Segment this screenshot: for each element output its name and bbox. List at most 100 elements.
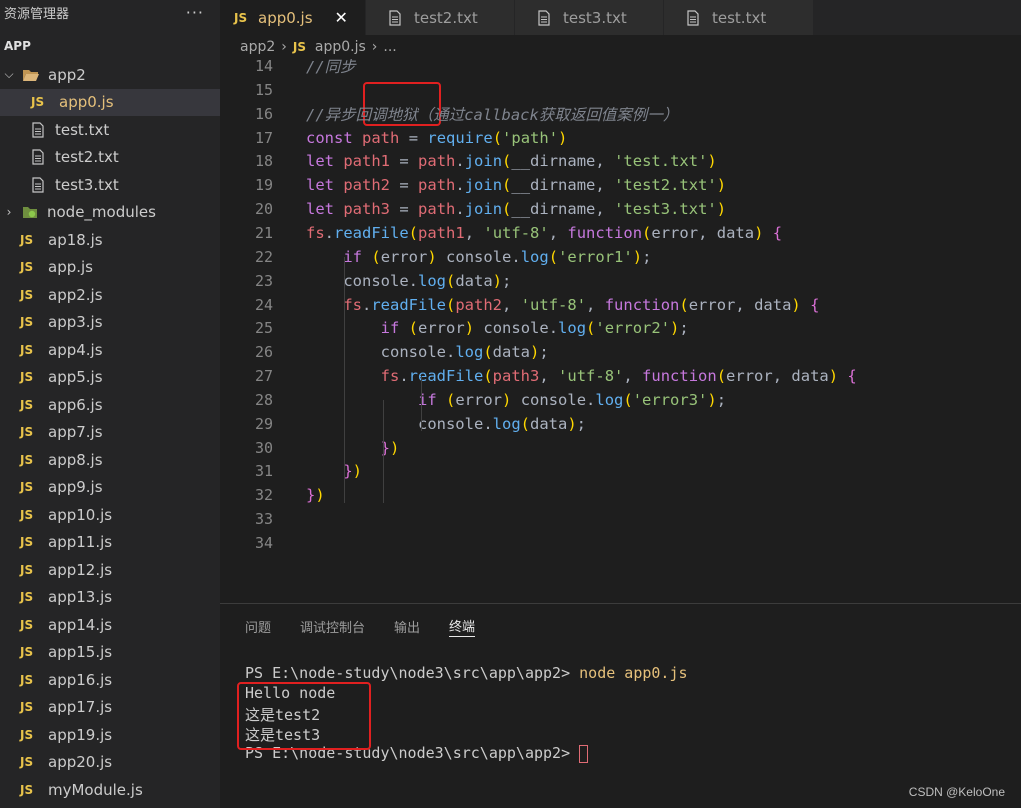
- tree-item[interactable]: JS app17.js: [0, 694, 220, 722]
- code-line: 33: [220, 507, 1021, 531]
- more-actions-button[interactable]: ···: [186, 3, 204, 22]
- code-line: 19 let path2 = path.join(__dirname, 'test…: [220, 173, 1021, 197]
- text-file-icon: [31, 177, 45, 193]
- tab-test3-txt[interactable]: test3.txt: [515, 0, 664, 35]
- code-text: if (error) console.log('error3');: [417, 390, 727, 409]
- tree-item[interactable]: JS app5.js: [0, 364, 220, 392]
- code-text: if (error) console.log('error2');: [380, 319, 689, 338]
- close-icon[interactable]: ✕: [335, 8, 348, 27]
- tab-label: test.txt: [712, 8, 767, 27]
- code-line: 22 if (error) console.log('error1');: [220, 245, 1021, 269]
- line-number: 19: [254, 176, 273, 195]
- chevron-right-icon[interactable]: ›: [2, 205, 16, 219]
- tree-item[interactable]: JS app0.js: [0, 88, 220, 116]
- workspace-section-header[interactable]: APP: [0, 33, 220, 59]
- line-number: 25: [254, 319, 273, 338]
- editor-tab-bar: JS app0.js ✕ test2.txt test3.txt test.txt: [220, 0, 1021, 35]
- text-file-icon: [537, 9, 551, 26]
- js-file-icon: JS: [20, 782, 34, 797]
- code-text: let path2 = path.join(__dirname, 'test2.…: [306, 176, 727, 195]
- tree-item[interactable]: JS app14.js: [0, 611, 220, 639]
- annotation-highlight-box: [237, 682, 371, 750]
- code-text: console.log(data);: [380, 343, 549, 362]
- code-line: 21 fs.readFile(path1, 'utf-8', function(e…: [220, 221, 1021, 245]
- tab-app0-js[interactable]: JS app0.js ✕: [220, 0, 366, 35]
- panel-tab[interactable]: 输出: [394, 615, 420, 637]
- tree-item[interactable]: ⌵ app2: [0, 61, 220, 89]
- tree-item[interactable]: JS ap18.js: [0, 226, 220, 254]
- tree-item[interactable]: JS app13.js: [0, 584, 220, 612]
- tree-item[interactable]: JS app10.js: [0, 501, 220, 529]
- bottom-panel: 问题 调试控制台 输出 终端 PS E:\node-study\node3\src\a…: [220, 603, 1021, 808]
- line-number: 14: [254, 58, 273, 75]
- tree-item-label: app17.js: [48, 698, 113, 717]
- js-file-icon: JS: [20, 480, 34, 495]
- js-file-icon: JS: [20, 562, 34, 577]
- line-number: 15: [254, 80, 273, 99]
- code-line: 29 console.log(data);: [220, 412, 1021, 436]
- tree-item[interactable]: JS app.js: [0, 254, 220, 282]
- tree-item-label: app3.js: [48, 313, 103, 332]
- explorer-header: 资源管理器 ···: [0, 0, 220, 24]
- js-file-icon: JS: [20, 535, 34, 550]
- tree-item[interactable]: JS app7.js: [0, 419, 220, 447]
- tree-item-label: app15.js: [48, 643, 113, 662]
- js-file-icon: JS: [20, 315, 34, 330]
- line-number: 18: [254, 152, 273, 171]
- breadcrumb-more[interactable]: ...: [383, 39, 396, 55]
- tree-item[interactable]: JS app19.js: [0, 721, 220, 749]
- panel-tab[interactable]: 调试控制台: [300, 615, 365, 637]
- breadcrumb-folder[interactable]: app2: [240, 39, 275, 55]
- code-line: 23 console.log(data);: [220, 269, 1021, 293]
- tree-item[interactable]: JS app20.js: [0, 749, 220, 777]
- js-file-icon: JS: [20, 672, 34, 687]
- js-file-icon: JS: [20, 755, 34, 770]
- code-text: let path1 = path.join(__dirname, 'test.t…: [306, 152, 717, 171]
- tree-item[interactable]: JS app4.js: [0, 336, 220, 364]
- terminal-prompt: PS E:\node-study\node3\src\app\app2>: [245, 664, 580, 682]
- tab-test2-txt[interactable]: test2.txt: [366, 0, 515, 35]
- tree-item[interactable]: JS app2.js: [0, 281, 220, 309]
- tree-item[interactable]: test.txt: [0, 116, 220, 144]
- line-number: 16: [254, 104, 273, 123]
- file-tree: ⌵ app2 JS app0.js test.txt test2.txt test3.txt…: [0, 61, 220, 804]
- tree-item-label: app11.js: [48, 533, 113, 552]
- js-file-icon: JS: [234, 10, 248, 25]
- tree-item[interactable]: JS app3.js: [0, 309, 220, 337]
- code-line: 31 }): [220, 459, 1021, 483]
- folder-open-icon: [22, 68, 40, 82]
- js-file-icon: JS: [20, 507, 34, 522]
- tree-item[interactable]: JS myModule.js: [0, 776, 220, 804]
- tree-item[interactable]: JS app8.js: [0, 446, 220, 474]
- line-number: 17: [254, 128, 273, 147]
- panel-tab[interactable]: 问题: [245, 615, 271, 637]
- breadcrumb-file[interactable]: app0.js: [315, 39, 366, 55]
- tree-item[interactable]: JS app12.js: [0, 556, 220, 584]
- code-line: 28 if (error) console.log('error3');: [220, 388, 1021, 412]
- code-editor[interactable]: 14 //同步 15 16 //异步回调地狱（通过callback获取返回值案例一） 17…: [220, 58, 1021, 603]
- tree-item-label: test.txt: [55, 120, 110, 139]
- tree-item[interactable]: JS app11.js: [0, 529, 220, 557]
- tree-item[interactable]: JS app6.js: [0, 391, 220, 419]
- tree-item-label: app13.js: [48, 588, 113, 607]
- tab-label: app0.js: [258, 8, 313, 27]
- panel-tab-bar: 问题 调试控制台 输出 终端: [220, 604, 1021, 648]
- tree-item[interactable]: JS app16.js: [0, 666, 220, 694]
- tab-test-txt[interactable]: test.txt: [664, 0, 814, 35]
- line-number: 29: [254, 414, 273, 433]
- tree-item[interactable]: test2.txt: [0, 144, 220, 172]
- chevron-down-icon[interactable]: ⌵: [2, 67, 16, 82]
- js-file-icon: JS: [20, 645, 34, 660]
- tree-item[interactable]: JS app9.js: [0, 474, 220, 502]
- code-text: console.log(data);: [417, 414, 587, 433]
- code-line: 25 if (error) console.log('error2');: [220, 316, 1021, 340]
- code-text: console.log(data);: [343, 271, 512, 290]
- tree-item[interactable]: JS app15.js: [0, 639, 220, 667]
- code-line: 27 fs.readFile(path3, 'utf-8', function(…: [220, 364, 1021, 388]
- code-text: }): [380, 438, 400, 457]
- code-line: 26 console.log(data);: [220, 340, 1021, 364]
- line-number: 24: [254, 295, 273, 314]
- tree-item[interactable]: › node_modules: [0, 199, 220, 227]
- panel-tab[interactable]: 终端: [449, 615, 476, 637]
- tree-item[interactable]: test3.txt: [0, 171, 220, 199]
